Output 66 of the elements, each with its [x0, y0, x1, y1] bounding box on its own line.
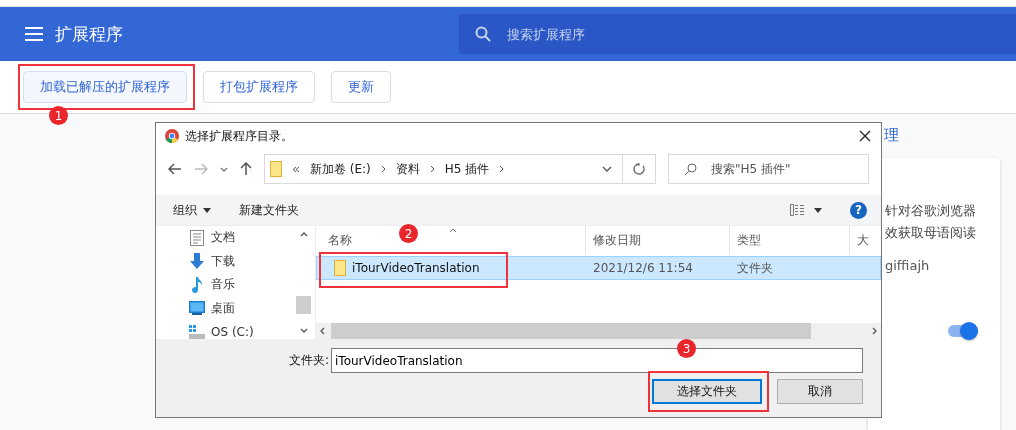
refresh-icon — [633, 163, 645, 175]
toolbar-button[interactable]: 更新 — [331, 71, 391, 103]
chevron-down-icon[interactable] — [220, 166, 228, 172]
file-row[interactable]: iTourVideoTranslation 2021/12/6 11:54 文件夹 — [316, 256, 881, 280]
nav-item[interactable]: 音乐 — [189, 273, 296, 297]
scroll-thumb[interactable] — [331, 323, 811, 339]
file-type: 文件夹 — [736, 259, 774, 277]
drive-icon — [189, 324, 205, 339]
dialog-button[interactable]: 选择文件夹 — [652, 379, 762, 404]
search-field[interactable]: 搜索"H5 插件" — [668, 154, 869, 184]
document-icon — [189, 229, 205, 246]
toolbar-button[interactable]: 打包扩展程序 — [203, 71, 315, 103]
path-segment[interactable]: 资料 — [395, 160, 420, 178]
horizontal-scrollbar[interactable] — [316, 323, 881, 339]
chevron-right-icon[interactable] — [499, 165, 505, 173]
toggle-switch[interactable] — [948, 325, 976, 337]
nav-item[interactable]: 桌面 — [189, 296, 296, 320]
up-arrow-icon[interactable] — [240, 162, 252, 176]
caret-icon — [203, 207, 211, 213]
caret-icon — [814, 207, 822, 213]
file-name: iTourVideoTranslation — [352, 261, 480, 275]
command-button[interactable]: 新建文件夹 — [239, 201, 299, 219]
path-segment[interactable]: H5 插件 — [444, 160, 490, 178]
scroll-left-icon[interactable] — [320, 327, 325, 335]
address-bar[interactable]: 新加卷 (E:) 资料 H5 插件 — [264, 154, 656, 184]
scroll-down-icon[interactable] — [299, 328, 308, 333]
search-field[interactable]: 搜索扩展程序 — [505, 25, 809, 43]
folder-icon — [334, 260, 346, 276]
extension-id: giffiajh — [885, 258, 931, 273]
page-title: 扩展程序 — [55, 22, 124, 46]
dialog-button[interactable]: 取消 — [777, 379, 863, 404]
search-icon — [475, 26, 491, 42]
scroll-up-icon[interactable] — [299, 232, 308, 237]
description-text: 针对谷歌浏览器 — [885, 202, 977, 220]
music-note-icon — [189, 276, 205, 293]
help-button[interactable]: ? — [850, 201, 867, 219]
dialog-title: 选择扩展程序目录。 — [185, 127, 293, 145]
chevron-right-icon[interactable] — [429, 165, 435, 173]
browser-logo-icon — [165, 129, 179, 143]
nav-item[interactable]: 下载 — [189, 249, 296, 273]
download-arrow-icon — [189, 253, 205, 270]
scroll-right-icon[interactable] — [872, 327, 877, 335]
modified-date: 2021/12/6 11:54 — [592, 261, 694, 275]
double-chevron-icon — [292, 165, 300, 173]
link[interactable]: 理 — [884, 126, 899, 145]
chevron-down-icon[interactable] — [602, 166, 612, 172]
column-header[interactable]: 类型 — [730, 226, 850, 254]
command-button[interactable]: 组织 — [173, 201, 211, 219]
description-text: 效获取母语阅读 — [885, 224, 977, 242]
scroll-thumb[interactable] — [296, 295, 311, 314]
path-segment[interactable]: 新加卷 (E:) — [310, 160, 371, 178]
nav-item[interactable]: OS (C:) — [189, 320, 296, 339]
monitor-icon — [189, 301, 205, 316]
view-button[interactable] — [790, 204, 822, 216]
menu-icon[interactable] — [25, 27, 43, 41]
nav-item[interactable]: 文档 — [189, 226, 296, 250]
field-label: 文件夹: — [288, 352, 329, 369]
view-list-icon — [790, 204, 804, 216]
close-icon[interactable] — [859, 130, 871, 142]
column-header[interactable]: 大 — [850, 226, 869, 254]
toolbar-button[interactable]: 加载已解压的扩展程序 — [23, 71, 187, 103]
back-arrow-icon[interactable] — [168, 163, 182, 175]
chevron-right-icon[interactable] — [380, 165, 386, 173]
folder-icon — [270, 161, 282, 177]
sort-caret-icon — [449, 228, 457, 233]
column-header[interactable]: 修改日期 — [586, 226, 730, 254]
